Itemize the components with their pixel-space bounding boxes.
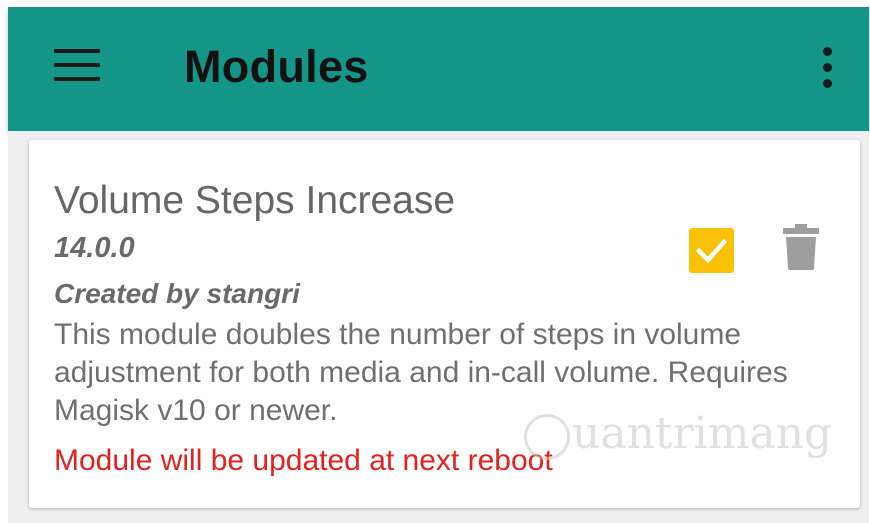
check-icon	[695, 238, 728, 264]
module-list: Volume Steps Increase 14.0.0 Created by …	[8, 131, 869, 523]
module-description: This module doubles the number of steps …	[54, 318, 788, 427]
module-author: Created by stangri	[54, 278, 300, 309]
app-bar: Modules	[8, 7, 869, 131]
hamburger-menu-icon[interactable]	[54, 49, 100, 85]
page: Modules Volume Steps Increase 14.0.0 Cre…	[0, 0, 870, 523]
delete-module-button[interactable]	[783, 224, 819, 270]
more-vert-icon[interactable]	[818, 45, 838, 95]
module-card: Volume Steps Increase 14.0.0 Created by …	[29, 140, 860, 508]
module-name: Volume Steps Increase	[54, 179, 456, 222]
module-update-notice: Module will be updated at next reboot	[54, 444, 553, 477]
module-version: 14.0.0	[54, 232, 135, 264]
module-enable-checkbox[interactable]	[689, 228, 734, 273]
page-title: Modules	[184, 41, 369, 92]
trash-icon	[783, 224, 819, 270]
